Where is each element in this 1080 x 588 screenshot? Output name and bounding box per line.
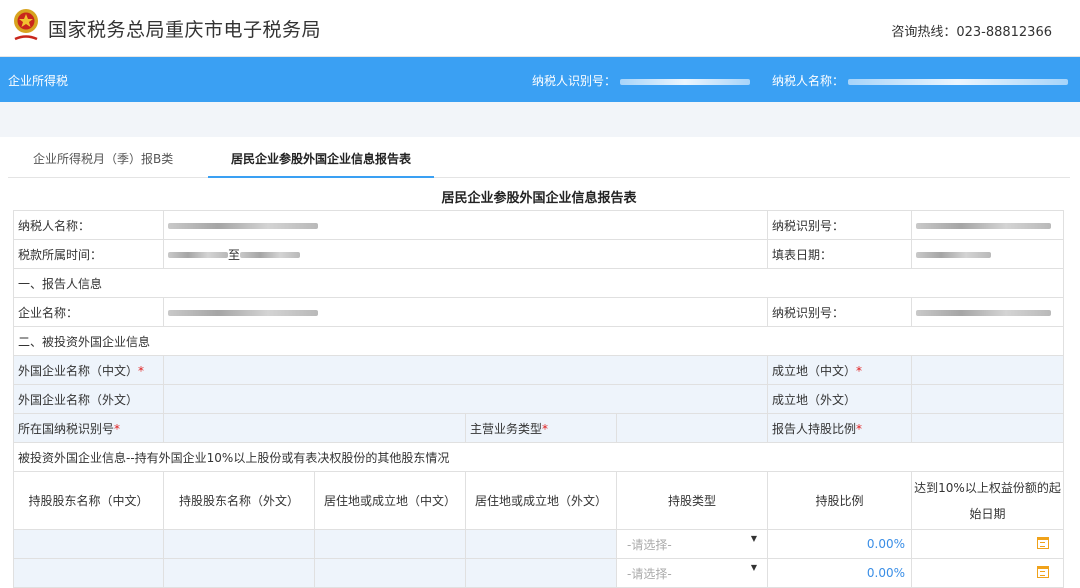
column-header: 持股类型: [616, 471, 768, 530]
foreign-name-en-input[interactable]: [163, 384, 768, 414]
form-title: 居民企业参股外国企业信息报告表: [441, 191, 637, 206]
column-header: 持股比例: [767, 471, 912, 530]
tab-foreign-info-report[interactable]: 居民企业参股外国企业信息报告表: [208, 150, 434, 178]
taxpayer-bar: 企业所得税 纳税人识别号： 纳税人名称：: [0, 57, 1080, 102]
taxpayer-id-redacted: [619, 78, 750, 85]
form-panel: 企业所得税月（季）报B类 居民企业参股外国企业信息报告表 居民企业参股外国企业信…: [8, 137, 1070, 588]
top-header: 国家税务总局重庆市电子税务局 咨询热线：023-88812366: [0, 0, 1080, 57]
label: 主营业务类型*: [465, 413, 617, 443]
taxpayer-id-label: 纳税人识别号：: [532, 74, 617, 88]
hotline: 咨询热线：023-88812366: [891, 25, 1052, 40]
label: 外国企业名称（外文）: [13, 384, 164, 414]
table-row: 纳税人名称： 纳税识别号：: [13, 210, 1064, 240]
calendar-icon[interactable]: [1037, 536, 1049, 549]
label: 成立地（中文）*: [767, 355, 912, 385]
section-heading: 一、报告人信息: [13, 268, 1064, 298]
table-header-row: 持股股东名称（中文） 持股股东名称（外文） 居住地或成立地（中文） 居住地或成立…: [13, 471, 1064, 530]
column-header: 持股股东名称（中文）: [13, 471, 164, 530]
period-value: 至: [163, 239, 768, 269]
column-header: 达到10%以上权益份额的起始日期: [911, 471, 1064, 530]
company-tax-id-value: [911, 297, 1064, 327]
caret-down-icon: ▼: [750, 563, 757, 572]
table-row: 外国企业名称（外文） 成立地（外文）: [13, 384, 1064, 414]
holding-ratio-value[interactable]: 0.00%: [767, 558, 912, 588]
label: 外国企业名称（中文）*: [13, 355, 164, 385]
label: 纳税识别号：: [767, 297, 912, 327]
table-row: 企业名称： 纳税识别号：: [13, 297, 1064, 327]
label: 企业名称：: [13, 297, 164, 327]
section-heading: 被投资外国企业信息--持有外国企业10%以上股份或有表决权股份的其他股东情况: [13, 442, 1064, 472]
table-row: 被投资外国企业信息--持有外国企业10%以上股份或有表决权股份的其他股东情况: [13, 442, 1064, 472]
table-row: 二、被投资外国企业信息: [13, 326, 1064, 356]
foreign-name-cn-input[interactable]: [163, 355, 768, 385]
spacer: [0, 102, 1080, 137]
share-ratio-input[interactable]: [911, 413, 1064, 443]
tax-emblem-icon: [14, 9, 38, 41]
label: 成立地（外文）: [767, 384, 912, 414]
report-table: 纳税人名称： 纳税识别号： 税款所属时间： 至 填表日期： 一、报告人信息 企业…: [13, 210, 1064, 588]
residence-en-input[interactable]: [465, 529, 617, 559]
label: 纳税人名称：: [13, 210, 164, 240]
tax-id-value: [911, 210, 1064, 240]
table-row: -请选择- ▼ 0.00%: [13, 529, 1064, 559]
holding-type-select[interactable]: -请选择- ▼: [616, 529, 768, 559]
company-name-value: [163, 297, 768, 327]
established-en-input[interactable]: [911, 384, 1064, 414]
label: 所在国纳税识别号*: [13, 413, 164, 443]
tab-quarterly-report[interactable]: 企业所得税月（季）报B类: [33, 150, 173, 167]
table-row: 一、报告人信息: [13, 268, 1064, 298]
main-business-input[interactable]: [616, 413, 768, 443]
start-date-input[interactable]: [911, 558, 1064, 588]
label: 纳税识别号：: [767, 210, 912, 240]
tab-bar: 企业所得税月（季）报B类 居民企业参股外国企业信息报告表: [8, 137, 1070, 178]
section-heading: 二、被投资外国企业信息: [13, 326, 1064, 356]
table-row: 所在国纳税识别号* 主营业务类型* 报告人持股比例*: [13, 413, 1064, 443]
country-tax-id-input[interactable]: [163, 413, 466, 443]
column-header: 持股股东名称（外文）: [163, 471, 315, 530]
shareholder-name-en-input[interactable]: [163, 558, 315, 588]
column-header: 居住地或成立地（外文）: [465, 471, 617, 530]
calendar-icon[interactable]: [1037, 565, 1049, 578]
table-row: -请选择- ▼ 0.00%: [13, 558, 1064, 588]
residence-cn-input[interactable]: [314, 558, 466, 588]
residence-en-input[interactable]: [465, 558, 617, 588]
established-cn-input[interactable]: [911, 355, 1064, 385]
start-date-input[interactable]: [911, 529, 1064, 559]
table-row: 外国企业名称（中文）* 成立地（中文）*: [13, 355, 1064, 385]
shareholder-name-en-input[interactable]: [163, 529, 315, 559]
residence-cn-input[interactable]: [314, 529, 466, 559]
label: 税款所属时间：: [13, 239, 164, 269]
taxpayer-name-redacted: [847, 78, 1068, 85]
shareholder-name-cn-input[interactable]: [13, 529, 164, 559]
fill-date-value: [911, 239, 1064, 269]
site-title: 国家税务总局重庆市电子税务局: [48, 19, 322, 41]
label: 报告人持股比例*: [767, 413, 912, 443]
column-header: 居住地或成立地（中文）: [314, 471, 466, 530]
taxpayer-name-label: 纳税人名称：: [772, 74, 845, 88]
table-row: 税款所属时间： 至 填表日期：: [13, 239, 1064, 269]
taxpayer-name-value: [163, 210, 768, 240]
holding-type-select[interactable]: -请选择- ▼: [616, 558, 768, 588]
caret-down-icon: ▼: [750, 534, 757, 543]
label: 填表日期：: [767, 239, 912, 269]
shareholder-name-cn-input[interactable]: [13, 558, 164, 588]
taxpayer-name: 纳税人名称：: [772, 72, 1068, 89]
holding-ratio-value[interactable]: 0.00%: [767, 529, 912, 559]
module-name[interactable]: 企业所得税: [8, 72, 68, 89]
taxpayer-id: 纳税人识别号：: [532, 72, 750, 89]
